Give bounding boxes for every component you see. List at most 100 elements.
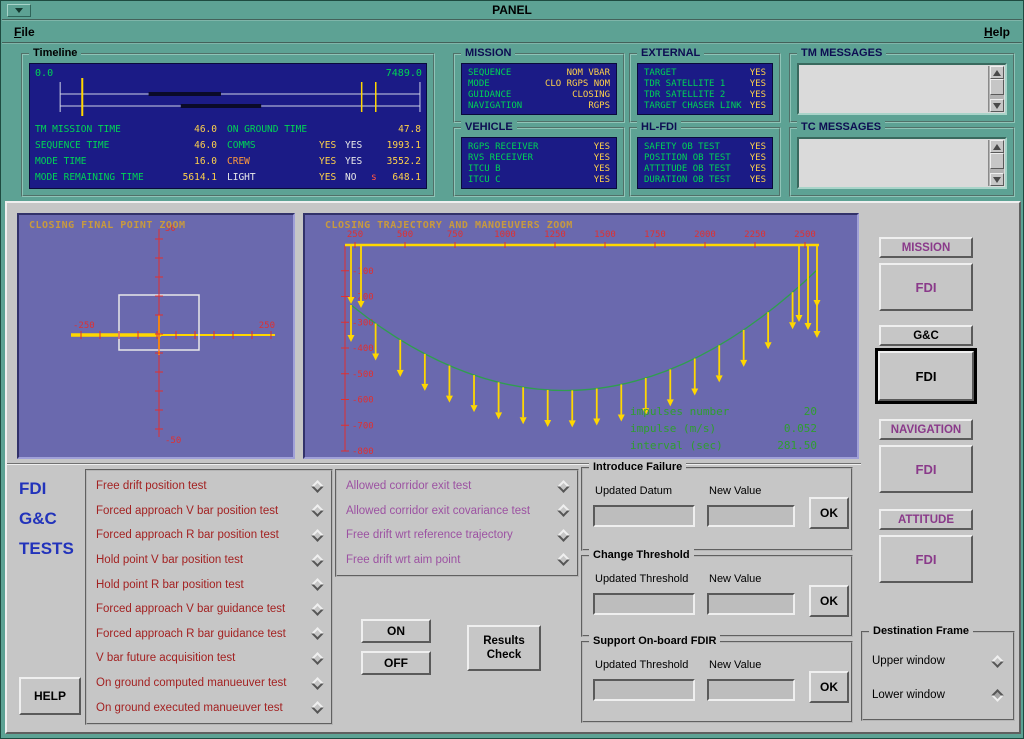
external-group: EXTERNAL TARGETYES TDR SATELLITE 1YES TD… <box>629 53 781 123</box>
svg-text:20: 20 <box>804 405 817 418</box>
hl-fdi-title: HL-FDI <box>637 121 681 133</box>
test-toggle[interactable] <box>311 529 324 542</box>
mission-fdi-button[interactable]: FDI <box>879 263 973 311</box>
help-button[interactable]: HELP <box>19 677 81 715</box>
updated-threshold-input[interactable] <box>593 593 695 615</box>
test-toggle <box>557 504 570 517</box>
svg-text:1500: 1500 <box>594 230 616 240</box>
timeline-row: MODE TIME16.0CREWYESYES3552.2 <box>35 156 421 167</box>
gc-fdi-wrap: FDI <box>875 348 977 404</box>
gc-fdi-button[interactable]: FDI <box>878 351 974 401</box>
test-toggle <box>557 553 570 566</box>
mission-group: MISSION SEQUENCENOM VBAR MODECLO RGPS NO… <box>453 53 625 123</box>
test-item[interactable]: Forced approach R bar position test <box>87 523 331 547</box>
destination-option-lower[interactable]: Lower window <box>872 685 1002 705</box>
fdi-panel-attitude: ATTITUDE FDI <box>875 509 977 593</box>
test-item[interactable]: Hold point V bar position test <box>87 548 331 572</box>
navigation-fdi-wrap: FDI <box>879 445 973 493</box>
svg-text:2250: 2250 <box>744 230 766 240</box>
test-item[interactable]: V bar future acquisition test <box>87 646 331 670</box>
updated-datum-input[interactable] <box>593 505 695 527</box>
destination-upper-toggle[interactable] <box>991 655 1004 668</box>
tm-messages-group: TM MESSAGES <box>789 53 1015 123</box>
updated-threshold-input[interactable] <box>593 679 695 701</box>
change-threshold-title: Change Threshold <box>589 549 694 561</box>
arrow-up-icon <box>993 144 1001 150</box>
new-value-input[interactable] <box>707 505 795 527</box>
test-item[interactable]: On ground computed manueuver test <box>87 671 331 695</box>
tm-messages-title: TM MESSAGES <box>797 47 886 59</box>
titlebar[interactable]: PANEL <box>2 1 1022 21</box>
external-status: TARGETYES TDR SATELLITE 1YES TDR SATELLI… <box>637 63 773 115</box>
test-item[interactable]: On ground executed manueuver test <box>87 696 331 720</box>
panel-window: PANEL File Help Timeline 0.0 7489.0 <box>0 0 1024 739</box>
introduce-failure-ok-button[interactable]: OK <box>809 497 849 529</box>
external-title: EXTERNAL <box>637 47 704 59</box>
timeline-telemetry: TM MISSION TIME46.0ON GROUND TIME47.8 SE… <box>35 121 421 186</box>
test-toggle[interactable] <box>311 480 324 493</box>
support-fdir-ok-button[interactable]: OK <box>809 671 849 703</box>
svg-text:1000: 1000 <box>494 230 516 240</box>
trajectory-plot-title: CLOSING TRAJECTORY AND MANOEUVERS ZOOM <box>325 220 573 231</box>
test-item[interactable]: Free drift position test <box>87 474 331 498</box>
new-value-input[interactable] <box>707 593 795 615</box>
scroll-up-button[interactable] <box>990 140 1004 153</box>
destination-lower-toggle[interactable] <box>991 689 1004 702</box>
timeline-title: Timeline <box>29 47 81 59</box>
test-toggle[interactable] <box>311 677 324 690</box>
off-button[interactable]: OFF <box>361 651 431 675</box>
test-item[interactable]: Hold point R bar position test <box>87 573 331 597</box>
svg-text:-500: -500 <box>352 370 374 380</box>
test-toggle[interactable] <box>311 505 324 518</box>
scroll-down-button[interactable] <box>990 99 1004 112</box>
final-point-plot-title: CLOSING FINAL POINT ZOOM <box>29 220 186 231</box>
svg-text:-400: -400 <box>352 344 374 354</box>
scroll-down-button[interactable] <box>990 173 1004 186</box>
gc-label: G&C <box>879 325 973 346</box>
svg-text:2500: 2500 <box>794 230 816 240</box>
tc-messages-list[interactable] <box>797 137 1007 189</box>
test-item[interactable]: Forced approach R bar guidance test <box>87 622 331 646</box>
test-toggle[interactable] <box>311 554 324 567</box>
test-item[interactable]: Forced approach V bar position test <box>87 499 331 523</box>
svg-text:281.50: 281.50 <box>777 439 817 452</box>
navigation-label: NAVIGATION <box>879 419 973 440</box>
destination-option-upper[interactable]: Upper window <box>872 651 1002 671</box>
tm-messages-list[interactable] <box>797 63 1007 115</box>
tm-messages-scrollbar[interactable] <box>988 66 1004 112</box>
navigation-fdi-button[interactable]: FDI <box>879 445 973 493</box>
destination-frame-title: Destination Frame <box>869 625 973 637</box>
svg-text:750: 750 <box>447 230 463 240</box>
scrollbar-thumb[interactable] <box>990 153 1004 169</box>
test-toggle[interactable] <box>311 627 324 640</box>
hl-fdi-status: SAFETY OB TESTYES POSITION OB TESTYES AT… <box>637 137 773 189</box>
tests-heading-line: G&C <box>19 509 85 529</box>
arrow-down-icon <box>993 177 1001 183</box>
support-fdir-group: Support On-board FDIR Updated Threshold … <box>581 641 853 723</box>
menu-help[interactable]: Help <box>978 23 1016 41</box>
timeline-graphic: 0.0 7489.0 <box>30 64 426 120</box>
svg-text:2000: 2000 <box>694 230 716 240</box>
tc-messages-scrollbar[interactable] <box>988 140 1004 186</box>
results-check-button[interactable]: Results Check <box>467 625 541 671</box>
test-toggle[interactable] <box>311 603 324 616</box>
tc-messages-title: TC MESSAGES <box>797 121 885 133</box>
on-button[interactable]: ON <box>361 619 431 643</box>
scroll-up-button[interactable] <box>990 66 1004 79</box>
new-value-input[interactable] <box>707 679 795 701</box>
test-toggle[interactable] <box>311 652 324 665</box>
test-toggle[interactable] <box>311 578 324 591</box>
destination-frame-group: Destination Frame Upper window Lower win… <box>861 631 1015 721</box>
window-menu-button[interactable] <box>7 4 31 17</box>
svg-text:500: 500 <box>397 230 413 240</box>
svg-text:250: 250 <box>259 321 275 331</box>
attitude-fdi-button[interactable]: FDI <box>879 535 973 583</box>
change-threshold-ok-button[interactable]: OK <box>809 585 849 617</box>
menu-file[interactable]: File <box>8 23 41 41</box>
scrollbar-thumb[interactable] <box>990 79 1004 95</box>
test-toggle[interactable] <box>311 701 324 714</box>
mission-title: MISSION <box>461 47 515 59</box>
test-item[interactable]: Forced approach V bar guidance test <box>87 597 331 621</box>
tests-heading: FDI G&C TESTS <box>19 479 85 559</box>
timeline-group: Timeline 0.0 7489.0 TM MISSION TIME46.0O… <box>21 53 435 197</box>
